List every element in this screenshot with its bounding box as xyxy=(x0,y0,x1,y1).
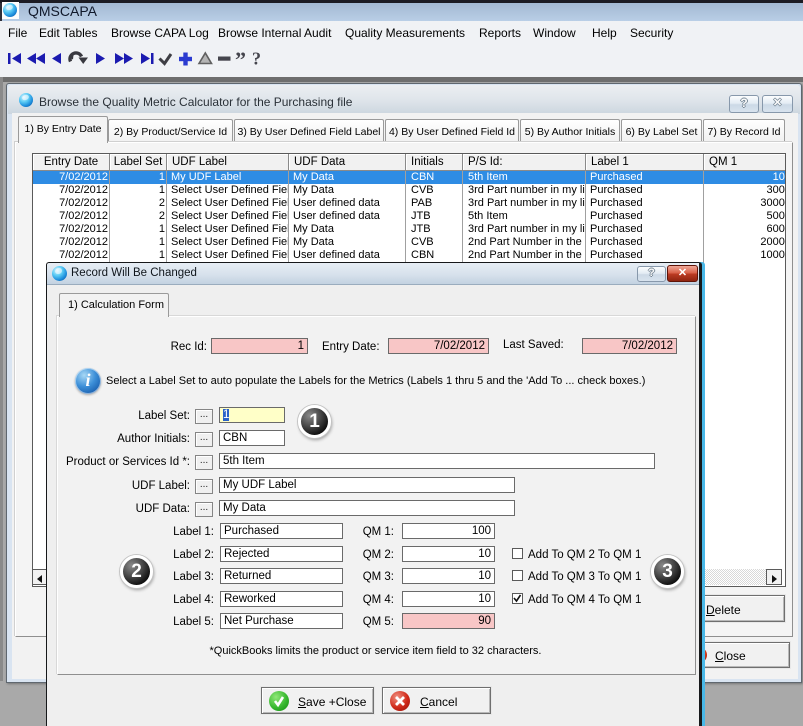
svg-text:?: ? xyxy=(252,50,261,67)
svg-text:”: ” xyxy=(235,50,246,67)
